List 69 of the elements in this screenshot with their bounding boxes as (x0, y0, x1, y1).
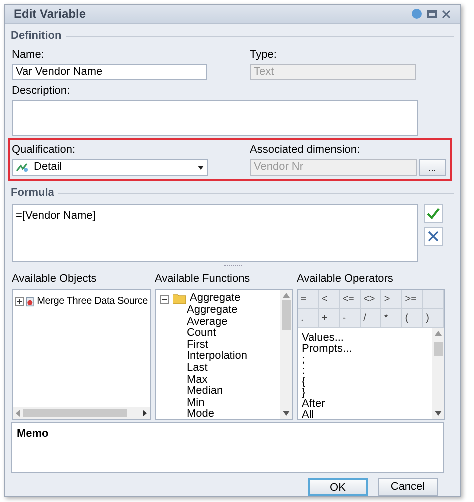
function-item[interactable]: Count (160, 328, 276, 340)
field-label: Qualification: (12, 142, 77, 158)
field-label: Associated dimension: (250, 142, 362, 158)
dimension-icon (16, 162, 29, 172)
operator-item[interactable]: ; (302, 355, 428, 366)
splitter-handle-icon[interactable] (224, 265, 242, 267)
ok-button[interactable]: OK (308, 478, 368, 496)
description-field[interactable] (12, 100, 418, 136)
function-item[interactable]: Min (160, 398, 276, 410)
panel-label: Available Objects (12, 272, 98, 286)
function-item[interactable]: Interpolation (160, 351, 276, 363)
collapse-icon[interactable] (160, 294, 169, 304)
close-icon[interactable] (442, 10, 451, 18)
validate-button[interactable] (424, 204, 443, 222)
checkmark-icon (427, 208, 440, 218)
scroll-thumb[interactable] (282, 300, 290, 330)
operator-item[interactable]: All (302, 410, 428, 419)
scroll-down-icon[interactable] (282, 411, 290, 416)
dropdown-arrow-icon (198, 166, 204, 170)
operator-item[interactable]: { (302, 377, 428, 388)
function-item[interactable]: Max (160, 374, 276, 386)
cross-icon (428, 230, 439, 242)
function-item[interactable]: First (160, 340, 276, 352)
operator-item[interactable]: Values... (302, 333, 428, 344)
section-heading: Definition (11, 29, 62, 44)
scrollbar[interactable] (280, 290, 292, 419)
operator-button[interactable]: > (381, 290, 402, 309)
function-item[interactable]: Aggregate (160, 305, 276, 317)
section-heading: Formula (11, 186, 54, 201)
folder-icon (173, 294, 186, 304)
clear-button[interactable] (424, 226, 443, 246)
function-item[interactable]: Last (160, 362, 276, 375)
function-item[interactable]: Median (160, 386, 276, 398)
operator-button[interactable]: >= (402, 290, 424, 309)
operator-button[interactable]: < (318, 290, 340, 309)
panel-label: Available Functions (155, 272, 252, 286)
expand-icon[interactable] (15, 297, 24, 306)
operator-item[interactable]: After (302, 399, 428, 410)
operator-item[interactable]: : (302, 366, 428, 377)
qualification-dropdown[interactable]: Detail (12, 159, 208, 176)
function-item[interactable]: Average (160, 316, 276, 328)
name-field[interactable]: Var Vendor Name (12, 64, 207, 80)
scroll-down-icon[interactable] (434, 411, 442, 416)
formula-editor[interactable]: =[Vendor Name] (12, 204, 418, 262)
field-label: Description: (11, 84, 72, 99)
scroll-right-icon[interactable] (143, 410, 147, 416)
maximize-icon[interactable] (427, 10, 437, 18)
field-label: Name: (12, 48, 46, 62)
panel-label: Available Operators (297, 272, 394, 286)
blank-grid-cell (423, 290, 444, 309)
scroll-up-icon[interactable] (282, 293, 290, 298)
scroll-left-icon[interactable] (16, 410, 20, 416)
window-title: Edit Variable (14, 6, 86, 23)
scrollbar[interactable] (13, 407, 150, 419)
operator-button[interactable]: <> (360, 290, 382, 309)
operator-item[interactable]: } (302, 388, 428, 399)
scrollbar[interactable] (432, 328, 444, 419)
tree-item[interactable]: Merge Three Data Source (15, 294, 148, 309)
memo-label: Memo (17, 428, 49, 440)
operator-button[interactable]: <= (340, 290, 361, 309)
scroll-thumb[interactable] (23, 409, 127, 417)
function-item[interactable]: Mode (160, 409, 276, 419)
field-label: Type: (250, 48, 278, 62)
tree-item[interactable]: Aggregate (160, 293, 276, 305)
cancel-button[interactable]: Cancel (378, 478, 438, 496)
operator-item[interactable]: Prompts... (302, 344, 428, 355)
operator-button[interactable]: = (298, 290, 319, 309)
scroll-thumb[interactable] (434, 342, 442, 356)
scroll-up-icon[interactable] (434, 331, 442, 336)
